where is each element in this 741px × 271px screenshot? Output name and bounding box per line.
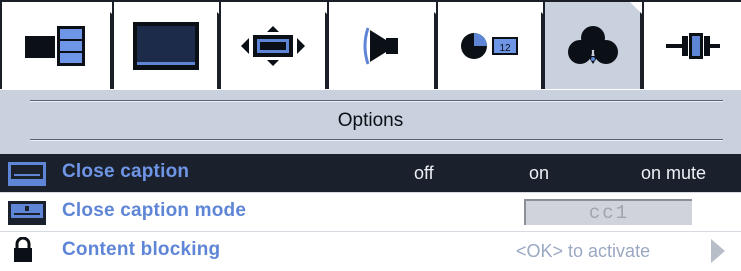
close-caption-option-off[interactable]: off	[414, 163, 434, 184]
tab-corner	[207, 2, 219, 14]
clock-icon: 12	[460, 32, 518, 59]
screen-size-icon	[241, 25, 305, 66]
clock-badge: 12	[499, 43, 511, 54]
close-caption-row[interactable]: Close caption off on on mute	[0, 154, 741, 192]
sound-icon	[363, 27, 398, 64]
tab-corner	[531, 2, 543, 14]
right-arrow-icon[interactable]	[711, 239, 725, 263]
options-icon	[567, 25, 618, 64]
header-rule-bottom	[30, 139, 723, 141]
tab-bar: 12	[0, 0, 741, 90]
lock-icon	[14, 237, 32, 262]
options-header: Options	[0, 90, 741, 154]
tab-sound[interactable]	[327, 0, 436, 89]
tab-options[interactable]	[543, 0, 642, 89]
tab-connection[interactable]	[642, 0, 741, 89]
tab-screen-size[interactable]	[219, 0, 327, 89]
tab-screen[interactable]	[112, 0, 219, 89]
picture-in-picture-icon	[25, 25, 85, 66]
tab-corner	[630, 2, 642, 14]
options-title: Options	[337, 110, 404, 131]
tab-corner	[100, 2, 112, 14]
screen-icon	[132, 21, 199, 70]
tab-picture[interactable]	[0, 0, 112, 89]
caption-mode-icon	[8, 201, 46, 225]
close-caption-label: Close caption	[62, 161, 190, 182]
close-caption-mode-row[interactable]: Close caption mode cc1	[0, 193, 741, 231]
caption-icon	[8, 162, 46, 186]
content-blocking-hint: <OK> to activate	[516, 241, 651, 261]
tab-clock[interactable]: 12	[436, 0, 543, 89]
content-blocking-row[interactable]: Content blocking <OK> to activate	[0, 232, 741, 270]
connection-icon	[665, 32, 720, 59]
close-caption-option-on[interactable]: on	[529, 163, 549, 184]
tab-corner	[424, 2, 436, 14]
close-caption-mode-value[interactable]: cc1	[524, 199, 692, 225]
tab-corner	[315, 2, 327, 14]
header-rule-top	[30, 100, 723, 102]
close-caption-mode-label: Close caption mode	[62, 200, 247, 221]
content-blocking-label: Content blocking	[62, 239, 221, 260]
close-caption-option-on-mute[interactable]: on mute	[641, 163, 706, 184]
